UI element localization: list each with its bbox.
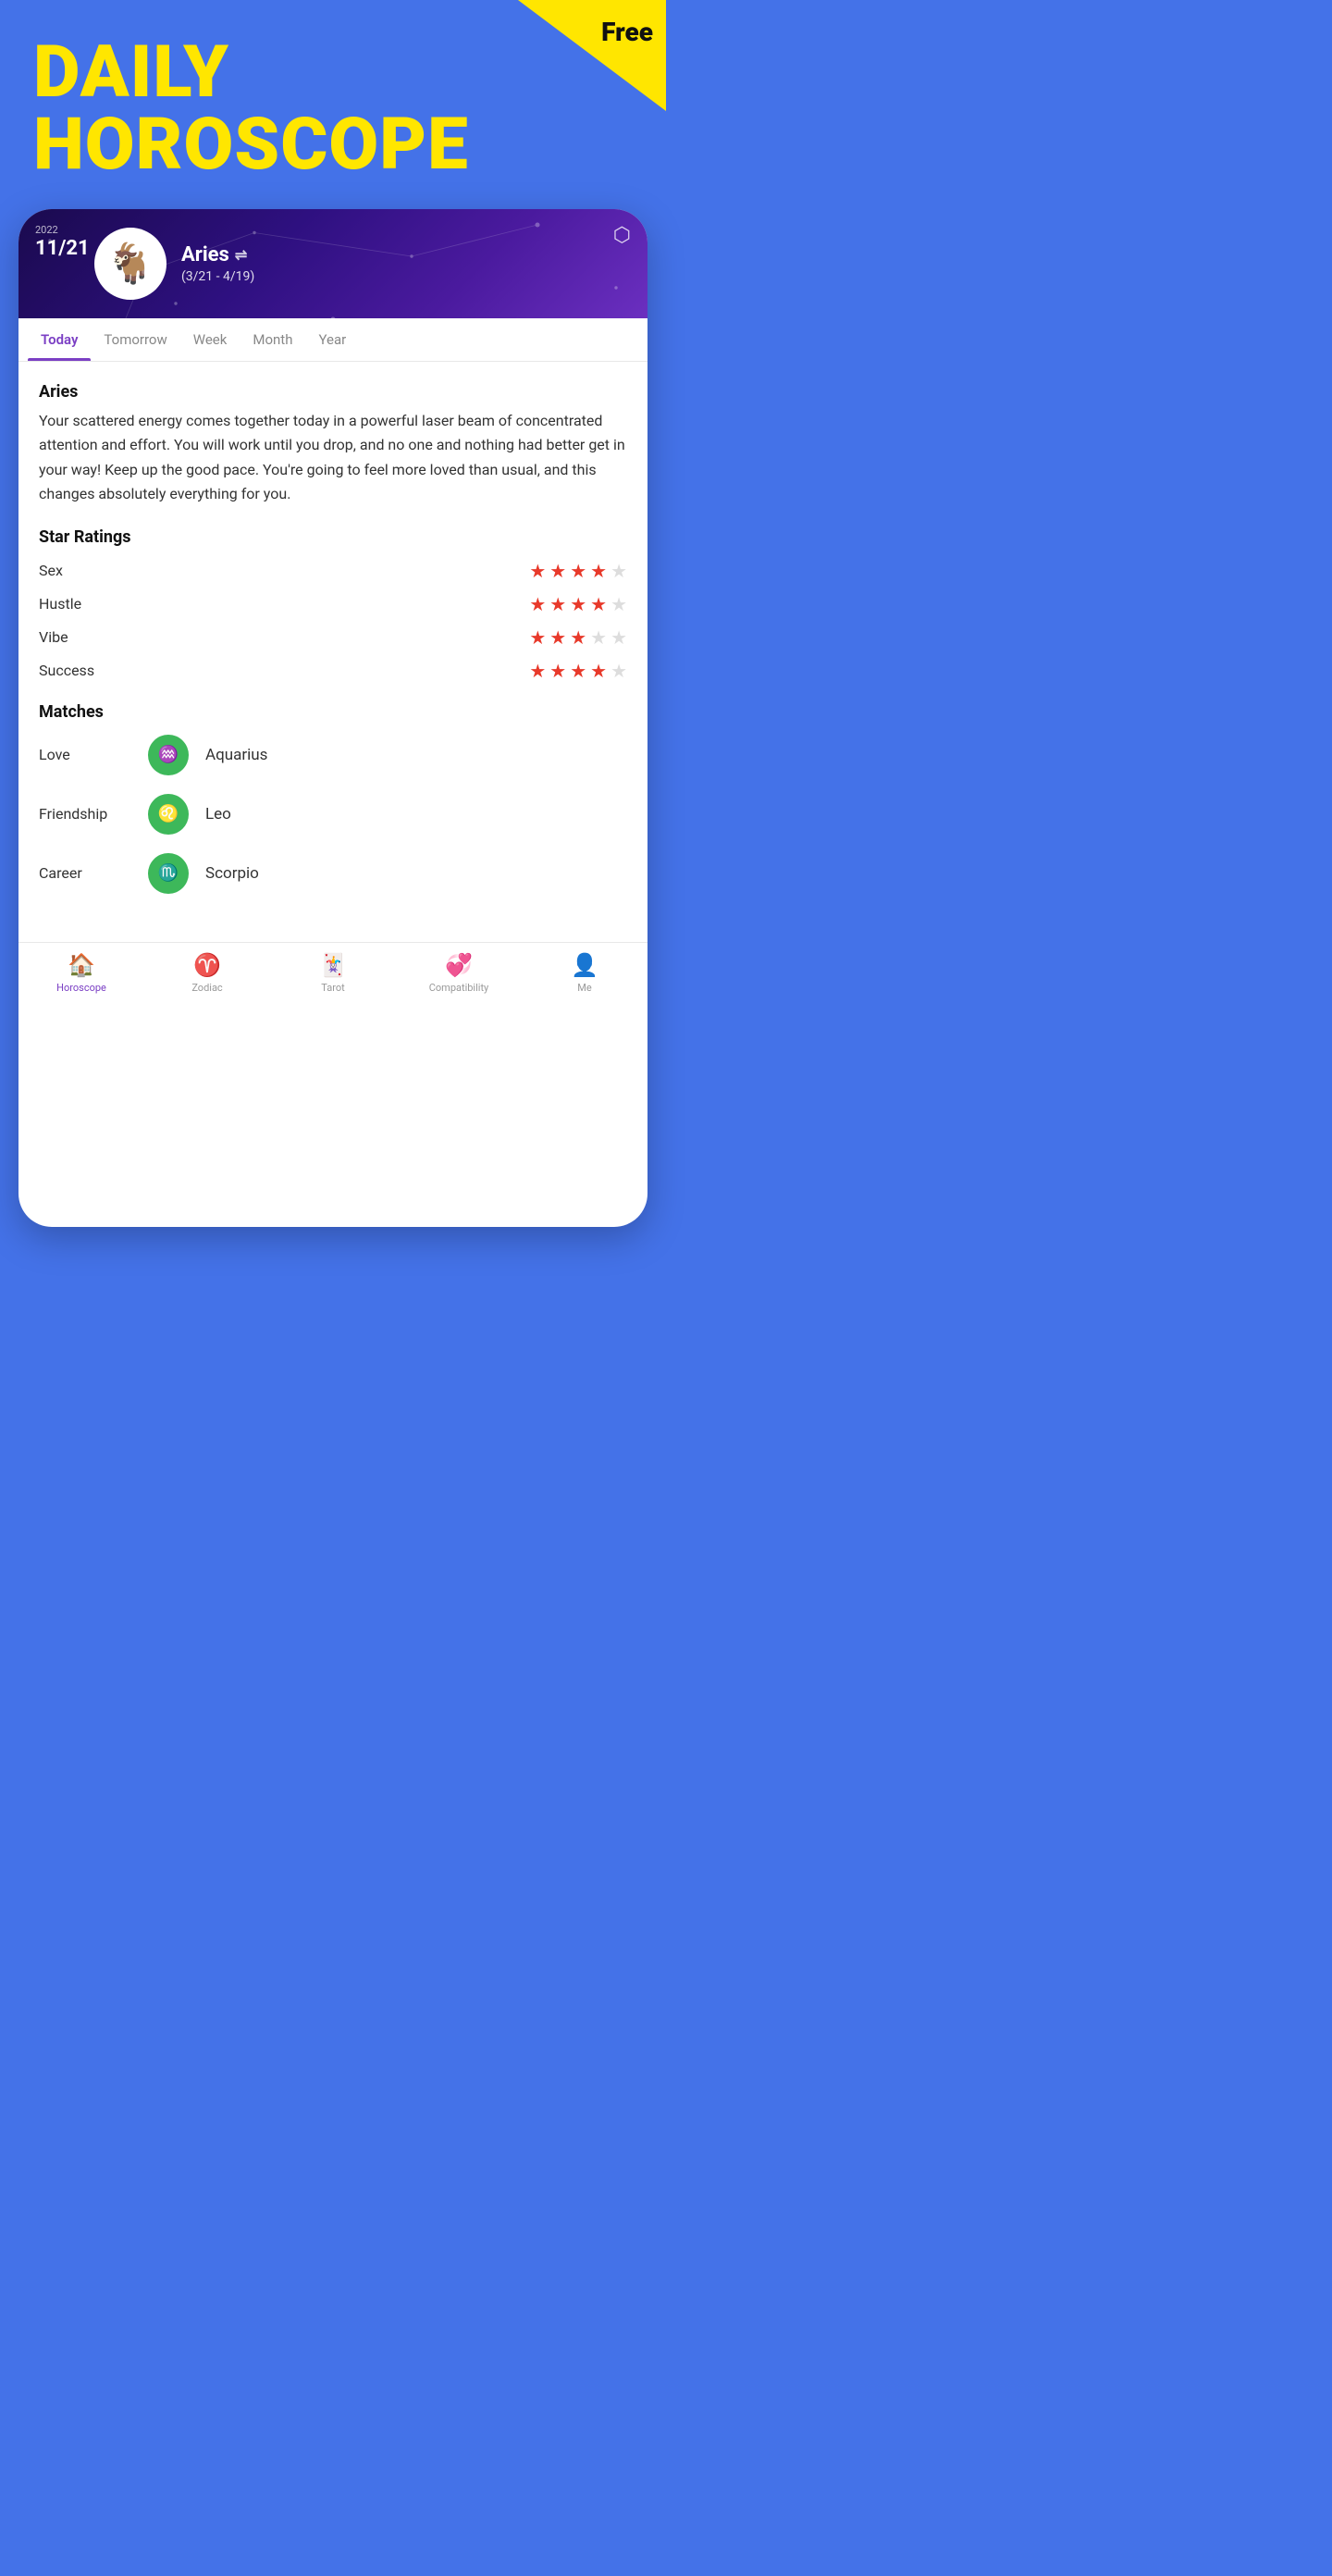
- match-love-badge: ♒: [148, 735, 189, 775]
- rating-sex-stars: ★ ★ ★ ★ ★: [529, 560, 627, 582]
- rating-vibe-label: Vibe: [39, 628, 122, 646]
- phone-mockup: 2022 11/21 🐐 Aries ⇌ (3/21 - 4/19) ⬡ Tod…: [18, 209, 648, 1227]
- rating-success-label: Success: [39, 662, 122, 679]
- free-badge-text: Free: [601, 17, 653, 47]
- nav-compatibility[interactable]: 💞 Compatibility: [396, 952, 522, 994]
- match-friendship-badge: ♌: [148, 794, 189, 835]
- match-friendship: Friendship ♌ Leo: [39, 794, 627, 835]
- rating-hustle: Hustle ★ ★ ★ ★ ★: [39, 593, 627, 615]
- zodiac-nav-icon: ♈: [193, 952, 221, 978]
- match-friendship-sign: Leo: [205, 805, 231, 824]
- compatibility-nav-label: Compatibility: [429, 982, 489, 994]
- nav-horoscope[interactable]: 🏠 Horoscope: [18, 952, 144, 994]
- tab-today[interactable]: Today: [28, 318, 91, 361]
- me-nav-icon: 👤: [571, 952, 598, 978]
- tab-week[interactable]: Week: [180, 318, 240, 361]
- zodiac-info: Aries ⇌ (3/21 - 4/19): [181, 243, 254, 284]
- match-love: Love ♒ Aquarius: [39, 735, 627, 775]
- match-career: Career ♏ Scorpio: [39, 853, 627, 894]
- rating-sex-label: Sex: [39, 562, 122, 579]
- me-nav-label: Me: [577, 982, 591, 994]
- app-title-line1: DAILY: [33, 37, 633, 109]
- zodiac-nav-label: Zodiac: [191, 982, 222, 994]
- match-career-label: Career: [39, 864, 131, 882]
- year-label: 2022: [35, 224, 58, 236]
- nav-me[interactable]: 👤 Me: [522, 952, 648, 994]
- match-love-sign: Aquarius: [205, 746, 267, 764]
- match-friendship-label: Friendship: [39, 805, 131, 823]
- rating-vibe-stars: ★ ★ ★ ★ ★: [529, 626, 627, 649]
- rating-hustle-label: Hustle: [39, 595, 122, 613]
- sync-icon: ⇌: [235, 246, 247, 264]
- matches-title: Matches: [39, 702, 627, 722]
- horoscope-header: 2022 11/21 🐐 Aries ⇌ (3/21 - 4/19) ⬡: [18, 209, 648, 318]
- nav-tarot[interactable]: 🃏 Tarot: [270, 952, 396, 994]
- app-title-line2: HOROSCOPE: [33, 109, 633, 181]
- tab-year[interactable]: Year: [305, 318, 359, 361]
- horoscope-icon: 🏠: [68, 952, 95, 978]
- tarot-nav-icon: 🃏: [319, 952, 347, 978]
- date-label: 11/21: [35, 237, 90, 260]
- compatibility-nav-icon: 💞: [445, 952, 473, 978]
- date-info: 2022 11/21: [35, 224, 90, 260]
- share-icon[interactable]: ⬡: [613, 224, 631, 247]
- tab-month[interactable]: Month: [240, 318, 305, 361]
- tab-tomorrow[interactable]: Tomorrow: [91, 318, 179, 361]
- tabs-bar: Today Tomorrow Week Month Year: [18, 318, 648, 362]
- horoscope-text: Your scattered energy comes together tod…: [39, 409, 627, 507]
- zodiac-avatar: 🐐: [94, 228, 166, 300]
- match-career-badge: ♏: [148, 853, 189, 894]
- rating-hustle-stars: ★ ★ ★ ★ ★: [529, 593, 627, 615]
- rating-vibe: Vibe ★ ★ ★ ★ ★: [39, 626, 627, 649]
- zodiac-name: Aries ⇌: [181, 243, 254, 266]
- bottom-nav: 🏠 Horoscope ♈ Zodiac 🃏 Tarot 💞 Compatibi…: [18, 942, 648, 1009]
- match-love-label: Love: [39, 746, 131, 763]
- tarot-nav-label: Tarot: [321, 982, 344, 994]
- matches-section: Matches Love ♒ Aquarius Friendship ♌ Leo…: [39, 702, 627, 894]
- sign-heading: Aries: [39, 382, 627, 402]
- rating-success-stars: ★ ★ ★ ★ ★: [529, 660, 627, 682]
- rating-sex: Sex ★ ★ ★ ★ ★: [39, 560, 627, 582]
- match-career-sign: Scorpio: [205, 864, 259, 883]
- nav-zodiac[interactable]: ♈ Zodiac: [144, 952, 270, 994]
- ratings-title: Star Ratings: [39, 527, 627, 547]
- zodiac-dates: (3/21 - 4/19): [181, 269, 254, 284]
- horoscope-nav-label: Horoscope: [56, 982, 106, 994]
- rating-success: Success ★ ★ ★ ★ ★: [39, 660, 627, 682]
- main-content: Aries Your scattered energy comes togeth…: [18, 362, 648, 942]
- ratings-section: Star Ratings Sex ★ ★ ★ ★ ★ Hustle ★ ★ ★ …: [39, 527, 627, 682]
